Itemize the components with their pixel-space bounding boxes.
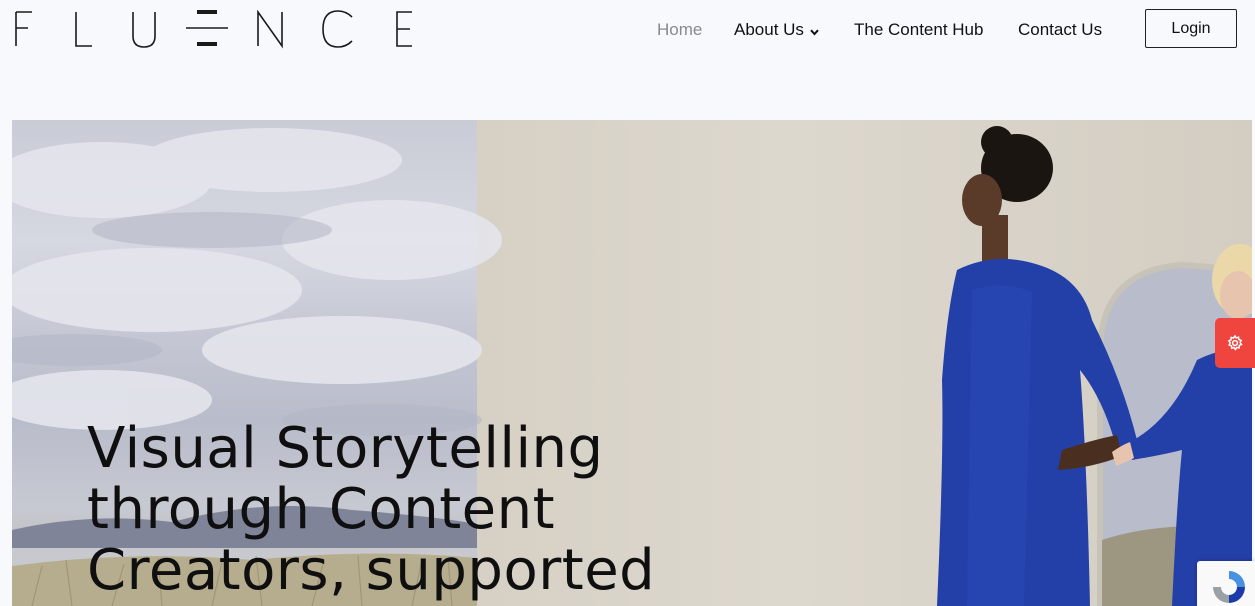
- nav-about-us-link[interactable]: About Us: [734, 18, 819, 43]
- recaptcha-badge[interactable]: [1197, 561, 1255, 606]
- hero-headline-line-2: through Content: [87, 477, 556, 542]
- nav-contact-us-link[interactable]: Contact Us: [1018, 18, 1102, 42]
- gear-icon: [1227, 334, 1243, 351]
- recaptcha-icon: [1213, 571, 1245, 603]
- hero-headline-line-1: Visual Storytelling: [87, 416, 604, 481]
- hero-headline-line-3: Creators, supported: [87, 538, 656, 603]
- main-navigation: Home About Us The Content Hub Contact Us: [0, 18, 1255, 42]
- site-header: Home About Us The Content Hub Contact Us…: [0, 0, 1255, 64]
- hero-banner: Visual Storytelling through Content Crea…: [12, 120, 1252, 606]
- chevron-down-icon: [810, 19, 819, 43]
- nav-content-hub-link[interactable]: The Content Hub: [854, 18, 983, 42]
- hero-headline: Visual Storytelling through Content Crea…: [87, 418, 787, 601]
- login-button[interactable]: Login: [1145, 9, 1237, 48]
- settings-tab-button[interactable]: [1215, 318, 1255, 368]
- nav-home-link[interactable]: Home: [657, 18, 702, 42]
- nav-about-us-label: About Us: [734, 20, 804, 39]
